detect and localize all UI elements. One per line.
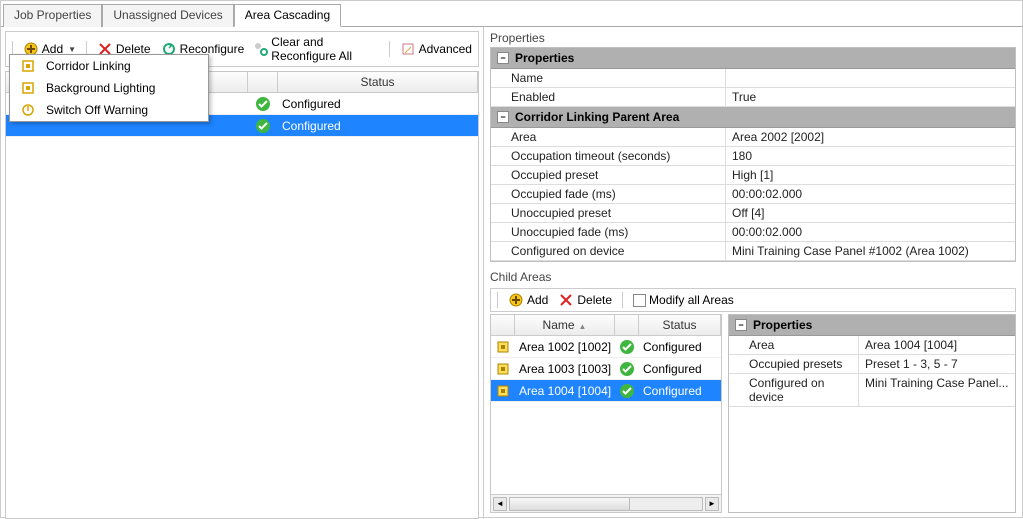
child-delete-button[interactable]: Delete: [556, 291, 614, 309]
child-row[interactable]: Area 1004 [1004] Configured: [491, 380, 721, 402]
collapse-icon[interactable]: −: [735, 319, 747, 331]
background-lighting-icon: [18, 81, 38, 95]
child-grid-header: Name▲ Status: [491, 315, 721, 336]
properties-label: Properties: [490, 31, 1016, 45]
scroll-track[interactable]: [509, 497, 703, 511]
switch-off-icon: [18, 103, 38, 117]
scroll-thumb[interactable]: [510, 498, 630, 510]
area-icon: [491, 362, 515, 376]
clear-reconfigure-all-button[interactable]: Clear and Reconfigure All: [252, 34, 381, 64]
prop-row[interactable]: Name: [491, 69, 1015, 88]
prop-row[interactable]: Occupied fade (ms)00:00:02.000: [491, 185, 1015, 204]
prop-row[interactable]: Configured on deviceMini Training Case P…: [491, 242, 1015, 261]
child-areas-label: Child Areas: [490, 270, 1016, 284]
prop-row[interactable]: AreaArea 1004 [1004]: [729, 336, 1015, 355]
child-toolbar: Add Delete Modify all Areas: [490, 288, 1016, 312]
prop-row[interactable]: AreaArea 2002 [2002]: [491, 128, 1015, 147]
menu-item-label: Background Lighting: [46, 81, 155, 95]
status-ok-icon: [248, 96, 278, 112]
menu-item-label: Switch Off Warning: [46, 103, 148, 117]
row-status: Configured: [278, 97, 478, 111]
add-icon: [508, 292, 524, 308]
add-dropdown-menu: Corridor Linking Background Lighting Swi…: [9, 54, 209, 122]
advanced-button[interactable]: Advanced: [398, 40, 474, 58]
status-ok-icon: [615, 339, 639, 355]
child-row[interactable]: Area 1003 [1003] Configured: [491, 358, 721, 380]
child-properties-panel: − Properties AreaArea 1004 [1004] Occupi…: [728, 314, 1016, 513]
prop-row[interactable]: Configured on deviceMini Training Case P…: [729, 374, 1015, 407]
menu-item-background-lighting[interactable]: Background Lighting: [10, 77, 208, 99]
horizontal-scrollbar[interactable]: ◄ ►: [491, 494, 721, 512]
prop-row[interactable]: Occupied presetsPreset 1 - 3, 5 - 7: [729, 355, 1015, 374]
sort-asc-icon: ▲: [579, 322, 587, 331]
child-col-status[interactable]: Status: [639, 315, 721, 335]
tab-unassigned-devices[interactable]: Unassigned Devices: [102, 4, 233, 27]
row-status: Configured: [278, 119, 478, 133]
col-status-icon[interactable]: [248, 72, 278, 92]
col-status[interactable]: Status: [278, 72, 478, 92]
toolbar-grip: [497, 292, 498, 308]
child-prop-header[interactable]: − Properties: [729, 315, 1015, 336]
scroll-right-icon[interactable]: ►: [705, 497, 719, 511]
main-grid: Configured Configured: [5, 93, 479, 519]
child-col-name[interactable]: Name▲: [515, 315, 615, 335]
status-ok-icon: [615, 361, 639, 377]
area-icon: [491, 384, 515, 398]
dropdown-arrow-icon: ▼: [68, 45, 76, 54]
tab-area-cascading[interactable]: Area Cascading: [234, 4, 341, 27]
checkbox-icon[interactable]: [633, 294, 646, 307]
status-ok-icon: [248, 118, 278, 134]
advanced-icon: [400, 41, 416, 57]
scroll-left-icon[interactable]: ◄: [493, 497, 507, 511]
prop-row[interactable]: Occupied presetHigh [1]: [491, 166, 1015, 185]
tab-job-properties[interactable]: Job Properties: [3, 4, 102, 27]
corridor-linking-icon: [18, 59, 38, 73]
advanced-label: Advanced: [419, 42, 472, 56]
delete-icon: [558, 292, 574, 308]
prop-row[interactable]: Unoccupied fade (ms)00:00:02.000: [491, 223, 1015, 242]
child-areas-grid: Name▲ Status Area 1002 [1002] Configured: [490, 314, 722, 513]
area-icon: [491, 340, 515, 354]
collapse-icon[interactable]: −: [497, 111, 509, 123]
clear-icon: [254, 41, 268, 57]
menu-item-switch-off-warning[interactable]: Switch Off Warning: [10, 99, 208, 121]
prop-section-corridor[interactable]: − Corridor Linking Parent Area: [491, 107, 1015, 128]
top-tabs: Job Properties Unassigned Devices Area C…: [1, 1, 1022, 27]
prop-section-properties[interactable]: − Properties: [491, 48, 1015, 69]
prop-row[interactable]: Occupation timeout (seconds)180: [491, 147, 1015, 166]
clear-label: Clear and Reconfigure All: [271, 35, 379, 63]
properties-panel: − Properties Name EnabledTrue − Corridor…: [490, 47, 1016, 262]
status-ok-icon: [615, 383, 639, 399]
collapse-icon[interactable]: −: [497, 52, 509, 64]
prop-row[interactable]: EnabledTrue: [491, 88, 1015, 107]
menu-item-corridor-linking[interactable]: Corridor Linking: [10, 55, 208, 77]
child-add-button[interactable]: Add: [506, 291, 550, 309]
modify-all-areas-toggle[interactable]: Modify all Areas: [631, 292, 736, 308]
prop-row[interactable]: Unoccupied presetOff [4]: [491, 204, 1015, 223]
menu-item-label: Corridor Linking: [46, 59, 131, 73]
child-row[interactable]: Area 1002 [1002] Configured: [491, 336, 721, 358]
